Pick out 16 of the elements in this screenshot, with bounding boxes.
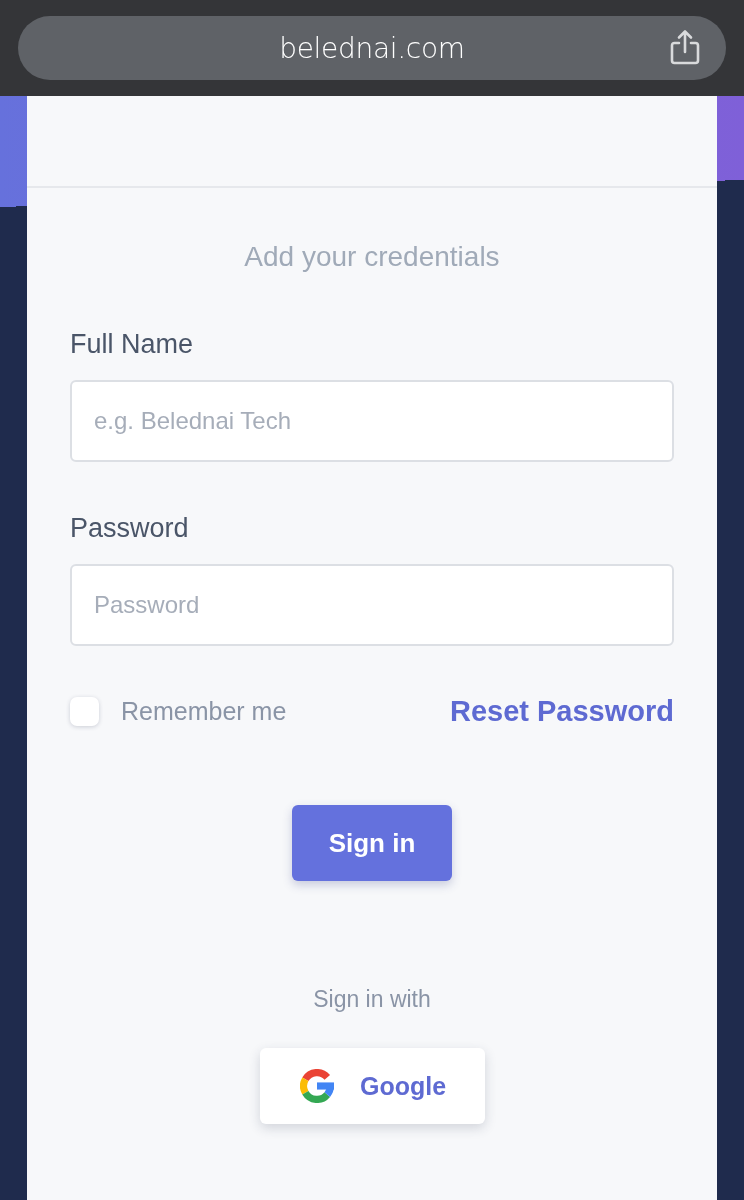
remember-label: Remember me [121,696,287,726]
google-g-icon [299,1069,334,1103]
social-sign-in-button[interactable]: Google [259,1048,485,1124]
url-text: belednai.com [279,31,465,65]
text-field[interactable]: Password [70,564,674,646]
share-icon [670,29,700,65]
sign-in-button[interactable]: Sign in [292,805,452,881]
form-heading: Add your credentials [243,240,501,274]
text-field[interactable]: e.g. Belednai Tech [70,380,674,462]
social-heading: Sign in with [312,985,432,1013]
address-bar[interactable]: belednai.com [18,16,726,80]
reset-password-link[interactable]: Reset Password [449,694,674,728]
share-button[interactable] [670,29,700,65]
remember-checkbox[interactable] [70,696,99,726]
field-label: Full Name [70,328,194,360]
field-label: Password [70,512,189,544]
